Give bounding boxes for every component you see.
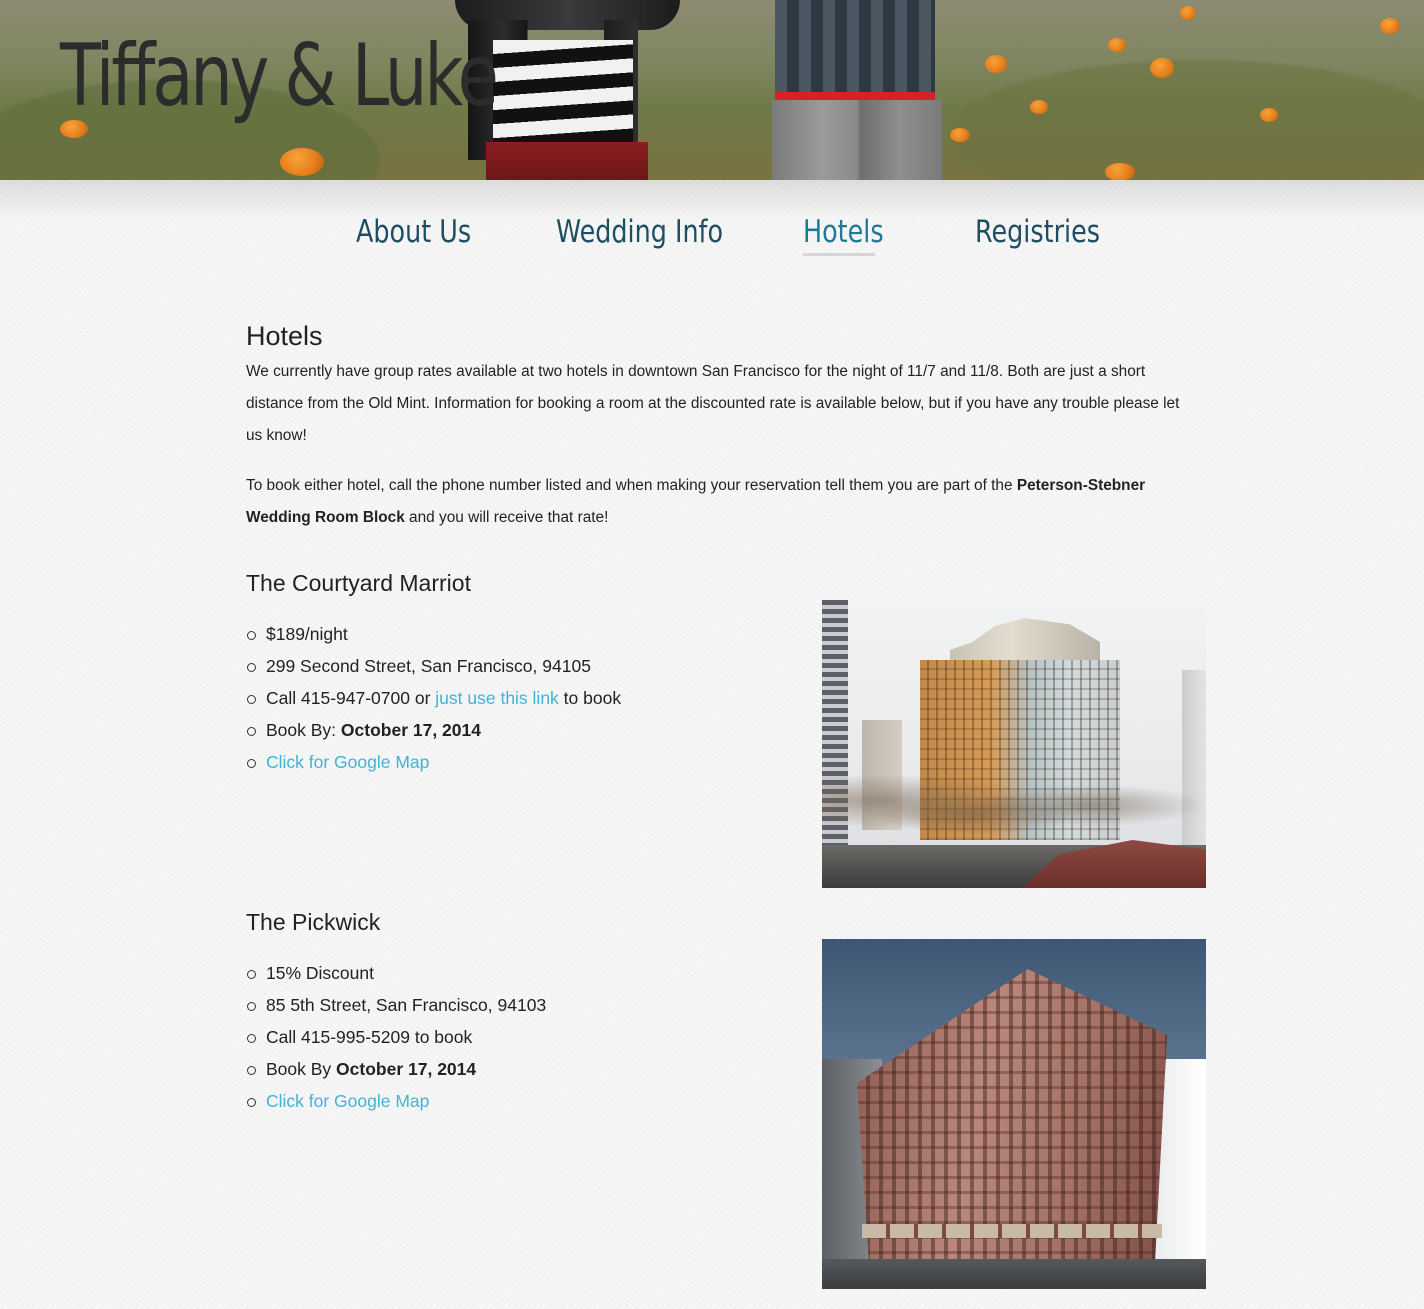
page-title: Hotels bbox=[246, 321, 323, 351]
hotel-title-pickwick: The Pickwick bbox=[246, 909, 381, 935]
nav-hotels[interactable]: Hotels bbox=[803, 214, 884, 250]
pumpkin bbox=[1150, 58, 1174, 78]
person-right-shirt bbox=[775, 0, 935, 95]
header-banner: Tiffany & Luke bbox=[0, 0, 1424, 180]
pumpkin bbox=[1030, 100, 1048, 114]
pumpkin bbox=[280, 148, 324, 176]
hotel-book-by: Book By October 17, 2014 bbox=[246, 1053, 546, 1085]
main-nav: About Us Wedding Info Hotels Registries bbox=[0, 214, 1424, 264]
pickwick-photo bbox=[822, 939, 1206, 1289]
nav-active-indicator bbox=[803, 253, 875, 256]
hotel-address: 85 5th Street, San Francisco, 94103 bbox=[246, 989, 546, 1021]
hotel-map: Click for Google Map bbox=[246, 746, 621, 778]
hotel-rate: $189/night bbox=[246, 618, 621, 650]
pumpkin bbox=[1260, 108, 1278, 122]
book-by-date: October 17, 2014 bbox=[340, 720, 481, 740]
marriott-photo bbox=[822, 600, 1206, 888]
pumpkin bbox=[950, 128, 970, 142]
field-background bbox=[950, 60, 1424, 180]
hotel-rate: 15% Discount bbox=[246, 957, 546, 989]
google-map-link[interactable]: Click for Google Map bbox=[266, 752, 429, 772]
pumpkin bbox=[1105, 163, 1135, 180]
book-by-label: Book By bbox=[266, 1059, 337, 1079]
pumpkin bbox=[985, 55, 1007, 73]
person-left-pants bbox=[486, 142, 648, 180]
person-right-jeans bbox=[772, 100, 942, 180]
main-content: Hotels We currently have group rates ava… bbox=[246, 318, 1206, 534]
booking-paragraph: To book either hotel, call the phone num… bbox=[246, 470, 1196, 534]
intro-paragraph: We currently have group rates available … bbox=[246, 363, 1180, 444]
nav-registries[interactable]: Registries bbox=[975, 214, 1100, 250]
hotel-book-by: Book By: October 17, 2014 bbox=[246, 714, 621, 746]
pumpkin bbox=[1108, 38, 1126, 52]
hotel-phone: Call 415-947-0700 or just use this link … bbox=[246, 682, 621, 714]
hotel-address: 299 Second Street, San Francisco, 94105 bbox=[246, 650, 621, 682]
pumpkin bbox=[1380, 18, 1400, 34]
hotel-phone: Call 415-995-5209 to book bbox=[246, 1021, 546, 1053]
site-title[interactable]: Tiffany & Luke bbox=[60, 26, 499, 126]
phone-text: to book bbox=[558, 688, 622, 708]
google-map-link[interactable]: Click for Google Map bbox=[266, 1091, 429, 1111]
nav-about-us[interactable]: About Us bbox=[356, 214, 471, 250]
hotel-details-marriott: $189/night 299 Second Street, San Franci… bbox=[246, 618, 621, 778]
pumpkin bbox=[1180, 6, 1196, 20]
booking-text: and you will receive that rate! bbox=[404, 509, 609, 526]
person-right-belt bbox=[775, 92, 935, 100]
hotel-details-pickwick: 15% Discount 85 5th Street, San Francisc… bbox=[246, 957, 546, 1117]
hotel-title-marriott: The Courtyard Marriot bbox=[246, 570, 471, 596]
book-by-date: October 17, 2014 bbox=[336, 1059, 477, 1079]
booking-link[interactable]: just use this link bbox=[435, 688, 559, 708]
nav-wedding-info[interactable]: Wedding Info bbox=[556, 214, 723, 250]
hotel-map: Click for Google Map bbox=[246, 1085, 546, 1117]
phone-text: Call 415-947-0700 or bbox=[266, 688, 436, 708]
book-by-label: Book By: bbox=[266, 720, 341, 740]
booking-text: To book either hotel, call the phone num… bbox=[246, 477, 1017, 494]
